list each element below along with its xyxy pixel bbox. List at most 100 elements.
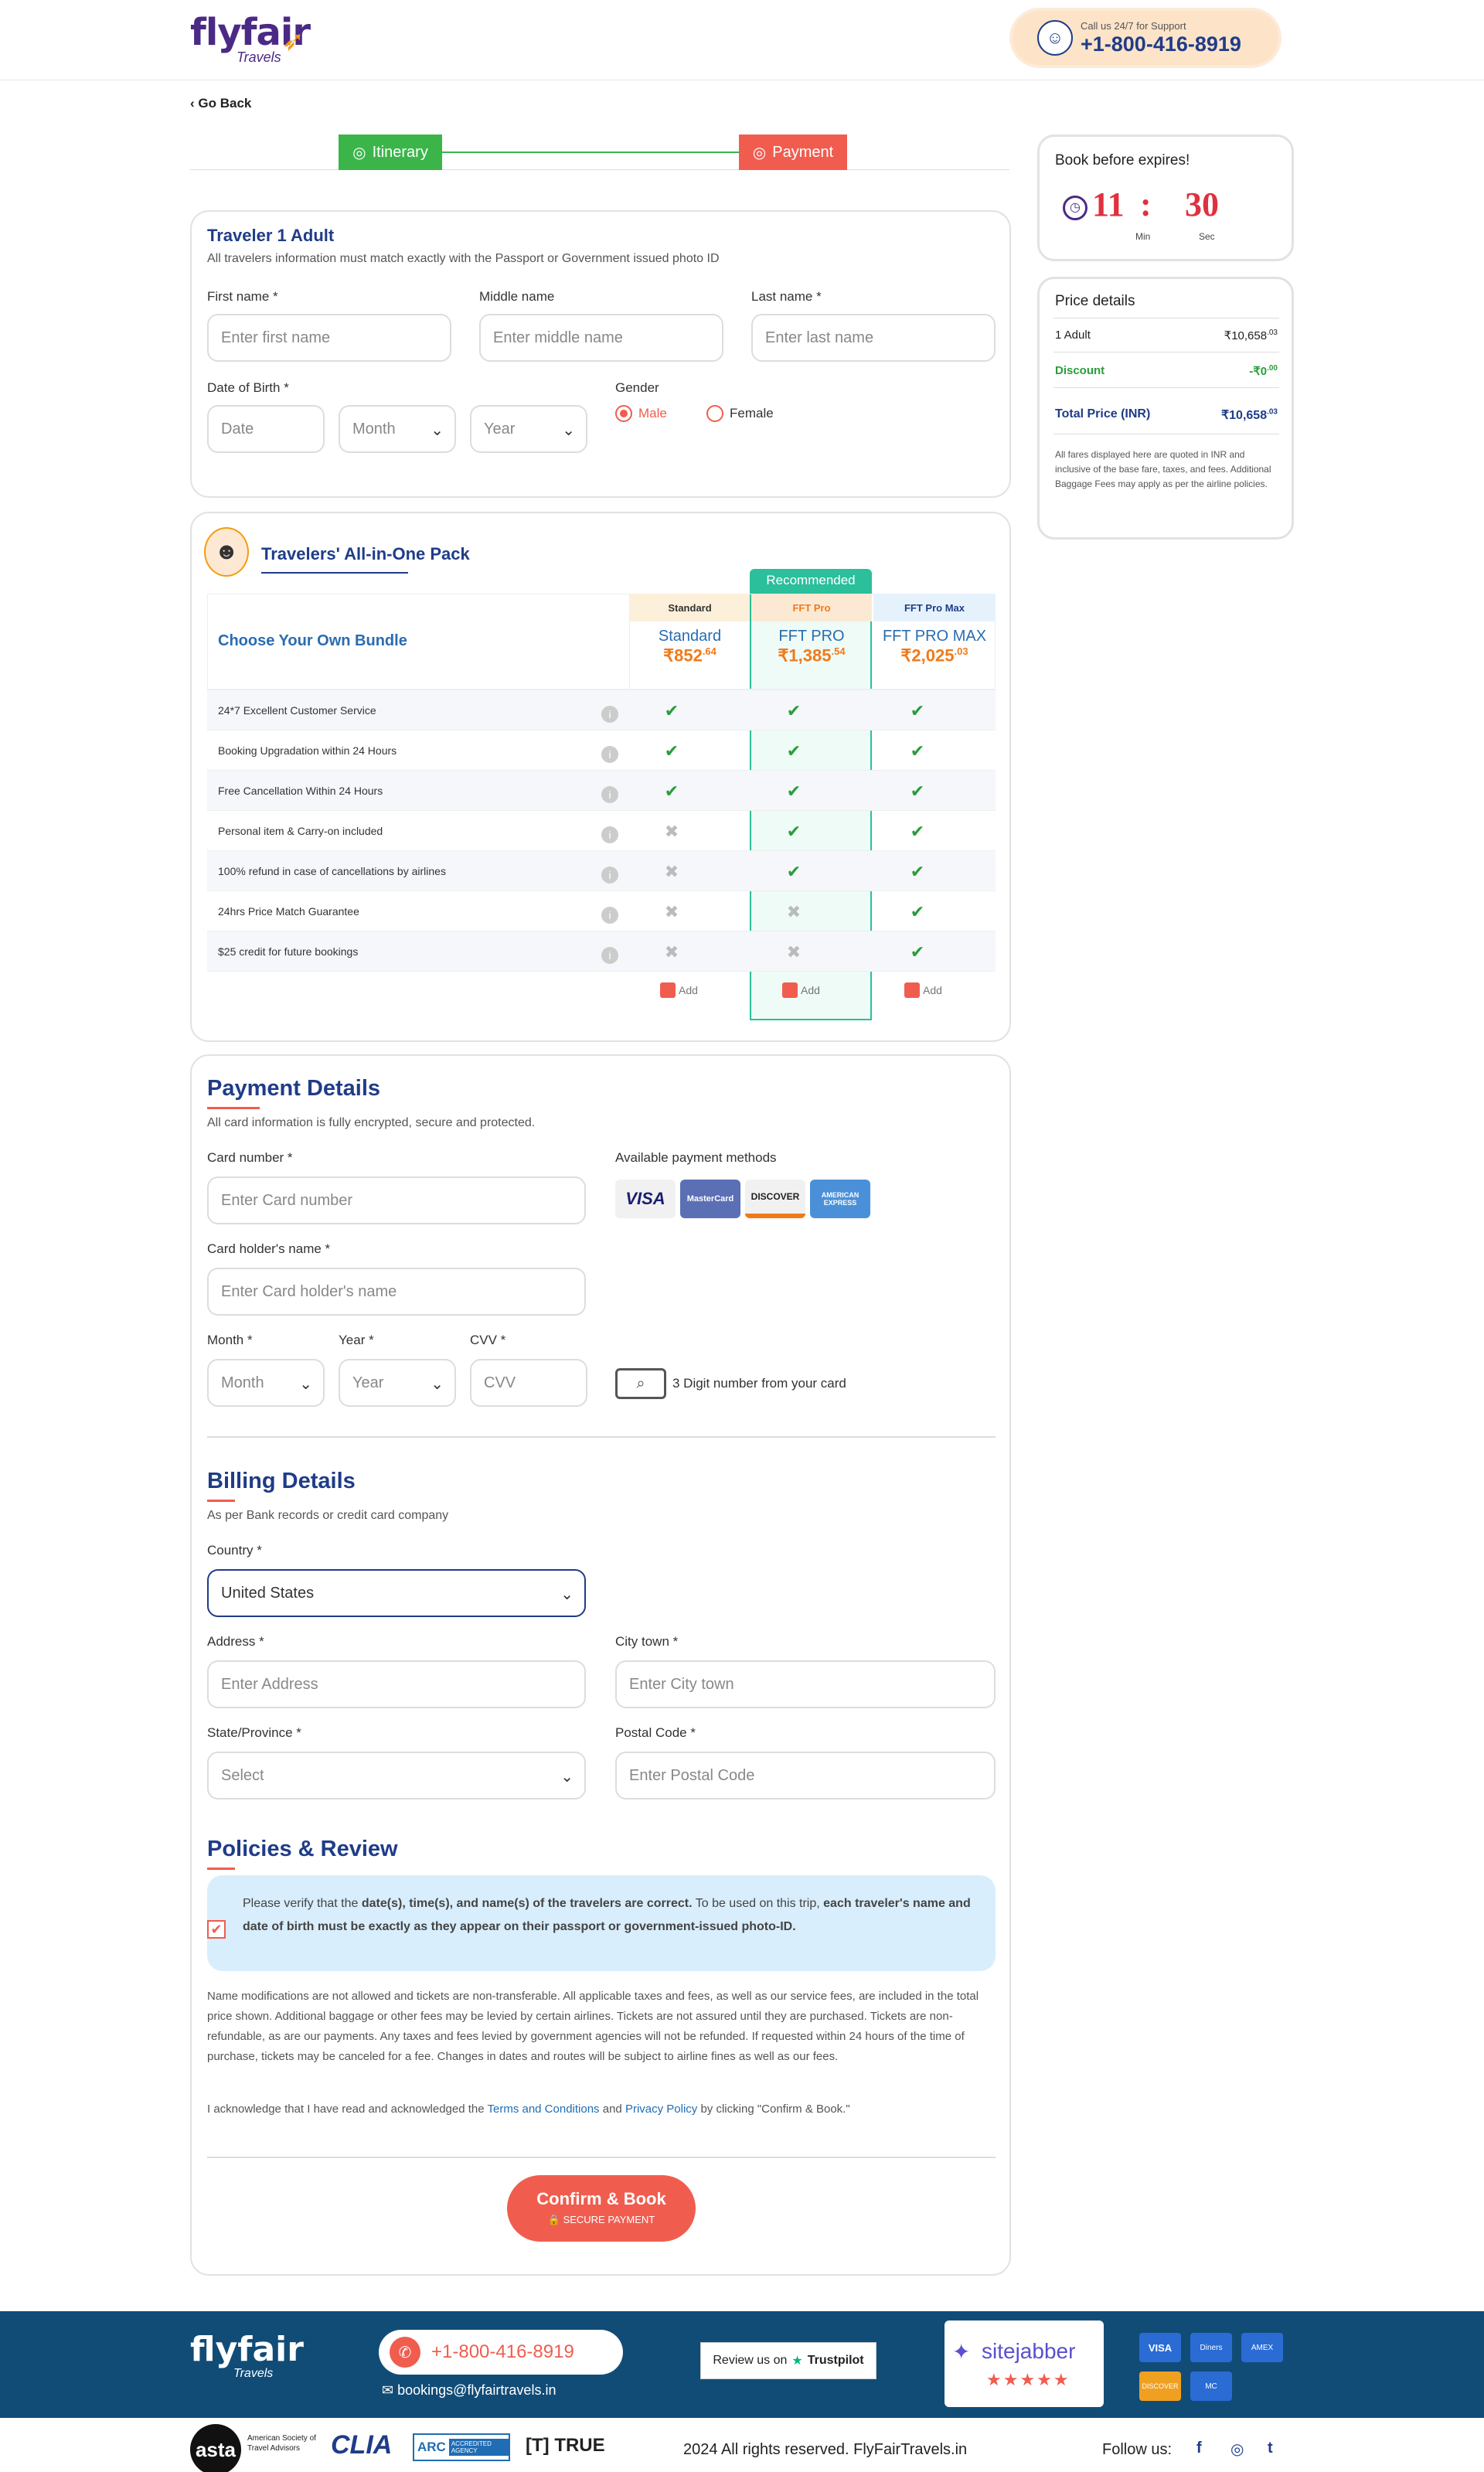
traveler-title: Traveler 1 Adult — [207, 226, 335, 245]
card-month-select[interactable]: Month ⌄ — [207, 1359, 325, 1407]
verify-checkbox[interactable]: ✔ — [207, 1920, 226, 1939]
feature-row: Personal item & Carry-on included i ✖ ✔ ✔ — [207, 810, 996, 850]
twitter-icon[interactable]: t — [1268, 2440, 1273, 2457]
holder-label: Card holder's name * — [207, 1241, 331, 1256]
middle-name-label: Middle name — [479, 289, 555, 304]
plan-standard[interactable]: Standard Standard ₹852.64 — [629, 594, 750, 690]
total-label: Total Price (INR) — [1055, 407, 1151, 421]
feature-row: 24*7 Excellent Customer Service i ✔ ✔ ✔ — [207, 690, 996, 730]
feature-row: 100% refund in case of cancellations by … — [207, 850, 996, 890]
billing-note: As per Bank records or credit card compa… — [207, 1509, 449, 1522]
price-note: All fares displayed here are quoted in I… — [1055, 449, 1271, 489]
radio-empty-icon — [706, 405, 723, 422]
card-number-input[interactable]: Enter Card number — [207, 1176, 586, 1224]
footer-logo[interactable]: flyfair Travels — [190, 2330, 304, 2380]
check-icon: ✔ — [664, 701, 679, 720]
privacy-link[interactable]: Privacy Policy — [625, 2103, 697, 2116]
checkbox-icon — [782, 982, 798, 998]
add-standard-checkbox[interactable]: Add — [660, 982, 698, 998]
traveler-note: All travelers information must match exa… — [207, 252, 720, 265]
add-row: Add Add Add — [207, 971, 996, 1014]
confirm-book-button[interactable]: Confirm & Book 🔒 SECURE PAYMENT — [507, 2175, 696, 2242]
last-name-label: Last name * — [751, 289, 822, 304]
cross-icon: ✖ — [786, 902, 802, 921]
dob-month-select[interactable]: Month ⌄ — [339, 405, 456, 453]
dob-year-select[interactable]: Year ⌄ — [470, 405, 587, 453]
dob-date-input[interactable]: Date — [207, 405, 325, 453]
address-input[interactable]: Enter Address — [207, 1660, 586, 1708]
sitejabber-badge[interactable]: ✦ sitejabber ★★★★★ — [945, 2320, 1104, 2407]
fft-pro-badge: FFT Pro — [751, 594, 872, 621]
plan-fft-pro-max[interactable]: FFT Pro Max FFT PRO MAX ₹2,025.03 — [873, 594, 996, 690]
postal-code-input[interactable]: Enter Postal Code — [615, 1752, 996, 1800]
info-icon[interactable]: i — [601, 907, 618, 924]
first-name-input[interactable]: Enter first name — [207, 314, 451, 362]
check-icon: ✔ — [910, 781, 925, 801]
footer-email[interactable]: ✉ bookings@flyfairtravels.in — [382, 2382, 556, 2399]
feature-label: 24hrs Price Match Guarantee — [218, 905, 359, 918]
footer-phone-button[interactable]: ✆ +1-800-416-8919 — [379, 2330, 623, 2375]
info-icon[interactable]: i — [601, 786, 618, 803]
chevron-left-icon: ‹ — [190, 96, 199, 111]
country-select[interactable]: United States ⌄ — [207, 1569, 586, 1617]
bundle-card: ☻ Travelers' All-in-One Pack Recommended… — [190, 512, 1011, 1042]
feature-row: 24hrs Price Match Guarantee i ✖ ✖ ✔ — [207, 890, 996, 931]
city-label: City town * — [615, 1634, 679, 1649]
acknowledgement: I acknowledge that I have read and ackno… — [207, 2103, 850, 2116]
middle-name-input[interactable]: Enter middle name — [479, 314, 723, 362]
info-icon[interactable]: i — [601, 746, 618, 763]
card-holder-input[interactable]: Enter Card holder's name — [207, 1268, 586, 1316]
chevron-down-icon: ⌄ — [299, 1376, 312, 1393]
feature-row: $25 credit for future bookings i ✖ ✖ ✔ — [207, 931, 996, 971]
check-icon: ✔ — [910, 862, 925, 881]
gender-male-radio[interactable]: Male — [615, 405, 667, 422]
chevron-down-icon: ⌄ — [560, 1769, 574, 1786]
go-back-link[interactable]: ‹ Go Back — [190, 96, 251, 111]
total-value: ₹10,658.03 — [1220, 407, 1278, 422]
asta-logo: asta — [190, 2424, 241, 2472]
info-icon[interactable]: i — [601, 826, 618, 843]
support-phone-button[interactable]: ☺ Call us 24/7 for Support +1-800-416-89… — [1013, 11, 1278, 65]
instagram-icon[interactable]: ◎ — [1230, 2440, 1244, 2459]
cross-icon: ✖ — [786, 942, 802, 962]
step-itinerary[interactable]: ◎ Itinerary — [339, 134, 442, 170]
site-header: flyfair ➶ Travels ☺ Call us 24/7 for Sup… — [0, 0, 1484, 80]
cross-icon: ✖ — [664, 862, 679, 881]
state-select[interactable]: Select ⌄ — [207, 1752, 586, 1800]
plan-fft-pro[interactable]: FFT Pro FFT PRO ₹1,385.54 — [751, 594, 872, 690]
diners-icon: Diners — [1190, 2333, 1232, 2362]
cvv-input[interactable]: CVV — [470, 1359, 587, 1407]
info-icon[interactable]: i — [601, 706, 618, 723]
trustpilot-badge[interactable]: Review us on ★ Trustpilot — [700, 2342, 876, 2379]
terms-link[interactable]: Terms and Conditions — [487, 2103, 599, 2116]
recommended-badge: Recommended — [750, 569, 872, 592]
mastercard-icon: MasterCard — [680, 1180, 740, 1218]
facebook-icon[interactable]: f — [1196, 2440, 1202, 2457]
info-icon[interactable]: i — [601, 947, 618, 964]
first-name-label: First name * — [207, 289, 278, 304]
checkbox-icon — [904, 982, 920, 998]
asta-caption: American Society of Travel Advisors — [247, 2434, 316, 2453]
step-payment[interactable]: ◎ Payment — [739, 134, 847, 170]
adult-label: 1 Adult — [1055, 329, 1091, 342]
last-name-input[interactable]: Enter last name — [751, 314, 996, 362]
price-title: Price details — [1055, 293, 1135, 309]
add-pro-checkbox[interactable]: Add — [782, 982, 820, 998]
visa-icon: VISA — [1139, 2333, 1181, 2362]
check-icon: ✔ — [786, 862, 802, 881]
address-label: Address * — [207, 1634, 264, 1649]
add-pro-max-checkbox[interactable]: Add — [904, 982, 942, 998]
clia-logo: CLIA — [331, 2430, 393, 2460]
lock-icon: 🔒 — [547, 2214, 563, 2225]
steps-divider — [190, 169, 1009, 170]
card-year-select[interactable]: Year ⌄ — [339, 1359, 456, 1407]
visa-icon: VISA — [615, 1180, 676, 1218]
city-input[interactable]: Enter City town — [615, 1660, 996, 1708]
info-icon[interactable]: i — [601, 867, 618, 884]
postal-label: Postal Code * — [615, 1725, 696, 1740]
gender-female-radio[interactable]: Female — [706, 405, 774, 422]
brand-logo[interactable]: flyfair ➶ Travels — [190, 11, 311, 65]
title-underline — [207, 1500, 235, 1502]
title-underline — [261, 572, 408, 574]
feature-label: Free Cancellation Within 24 Hours — [218, 785, 383, 797]
